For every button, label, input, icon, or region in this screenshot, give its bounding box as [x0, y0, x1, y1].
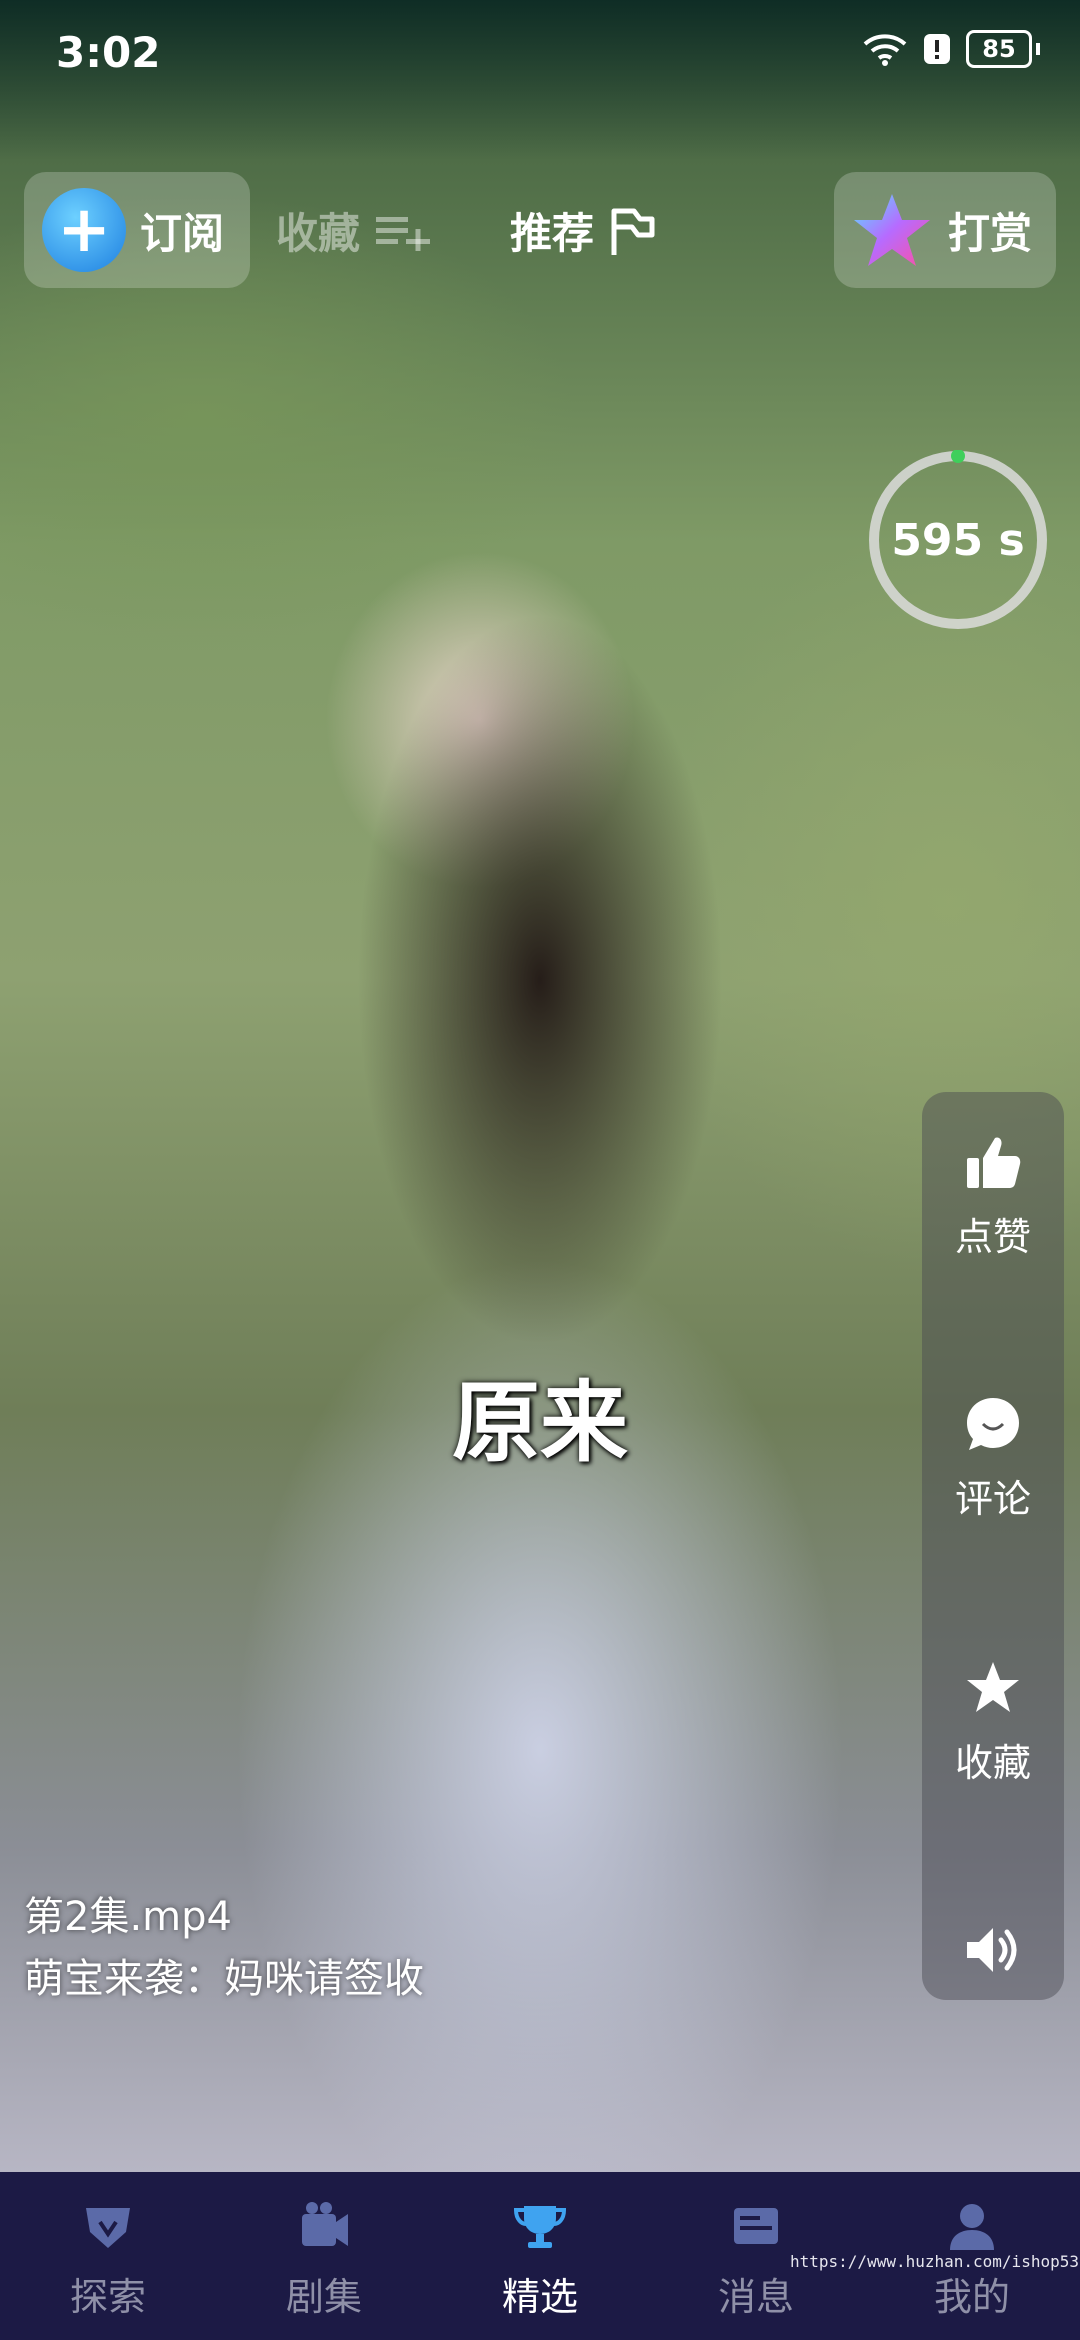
collect-button[interactable]: 收藏 [922, 1658, 1064, 1787]
comment-button[interactable]: 评论 [922, 1394, 1064, 1523]
message-icon [734, 2208, 778, 2244]
thumbs-up-icon [967, 1137, 1021, 1188]
recommend-label: 推荐 [510, 209, 595, 258]
profile-icon [950, 2204, 994, 2250]
nav-label-profile: 我的 [933, 2275, 1010, 2319]
nav-label-featured: 精选 [501, 2275, 578, 2319]
subscribe-button[interactable]: + 订阅 [24, 172, 250, 288]
flag-icon [611, 208, 655, 255]
countdown-timer: 595 s [868, 449, 1048, 630]
wifi-icon [863, 34, 907, 66]
subscribe-label: 订阅 [140, 208, 225, 258]
star-outline-icon [967, 1662, 1019, 1712]
add-list-icon [376, 216, 431, 251]
collect-label: 收藏 [954, 1741, 1031, 1785]
reward-button[interactable]: 打赏 [834, 172, 1056, 288]
recommend-button[interactable]: 推荐 [510, 200, 658, 261]
explore-icon [86, 2208, 130, 2248]
plus-icon: + [42, 188, 126, 272]
video-player[interactable] [0, 0, 1080, 2172]
drama-title: 萌宝来袭：妈咪请签收 [24, 1956, 424, 2002]
timer-text: 595 s [891, 514, 1025, 566]
nav-label-episodes: 剧集 [285, 2275, 362, 2319]
nav-label-explore: 探索 [69, 2275, 146, 2319]
comment-icon [967, 1398, 1019, 1450]
action-rail: 点赞 评论 收藏 [922, 1092, 1064, 2000]
favorite-label: 收藏 [276, 209, 361, 258]
volume-icon [967, 1928, 1017, 1972]
star-icon [854, 194, 930, 266]
comment-label: 评论 [954, 1477, 1031, 1521]
nav-item-featured[interactable]: 精选 [432, 2172, 648, 2340]
reward-label: 打赏 [948, 208, 1033, 258]
volume-button[interactable] [922, 1920, 1064, 1980]
episodes-icon [302, 2202, 348, 2246]
episode-title: 第2集.mp4 [24, 1894, 232, 1940]
top-shade [0, 0, 1080, 160]
favorite-button[interactable]: 收藏 [276, 200, 434, 261]
nav-item-explore[interactable]: 探索 [0, 2172, 216, 2340]
status-time: 3:02 [56, 28, 161, 77]
status-icons: 85 [862, 30, 1040, 68]
battery-cap [1036, 43, 1040, 55]
watermark: https://www.huzhan.com/ishop53086 [790, 2252, 1080, 2271]
nav-item-episodes[interactable]: 剧集 [216, 2172, 432, 2340]
nav-label-messages: 消息 [717, 2275, 794, 2319]
featured-icon [513, 2206, 567, 2248]
like-button[interactable]: 点赞 [922, 1132, 1064, 1261]
like-label: 点赞 [954, 1215, 1031, 1259]
battery-icon: 85 [966, 30, 1032, 68]
alert-icon [924, 34, 950, 64]
video-subtitle: 原来 [451, 1370, 628, 1474]
